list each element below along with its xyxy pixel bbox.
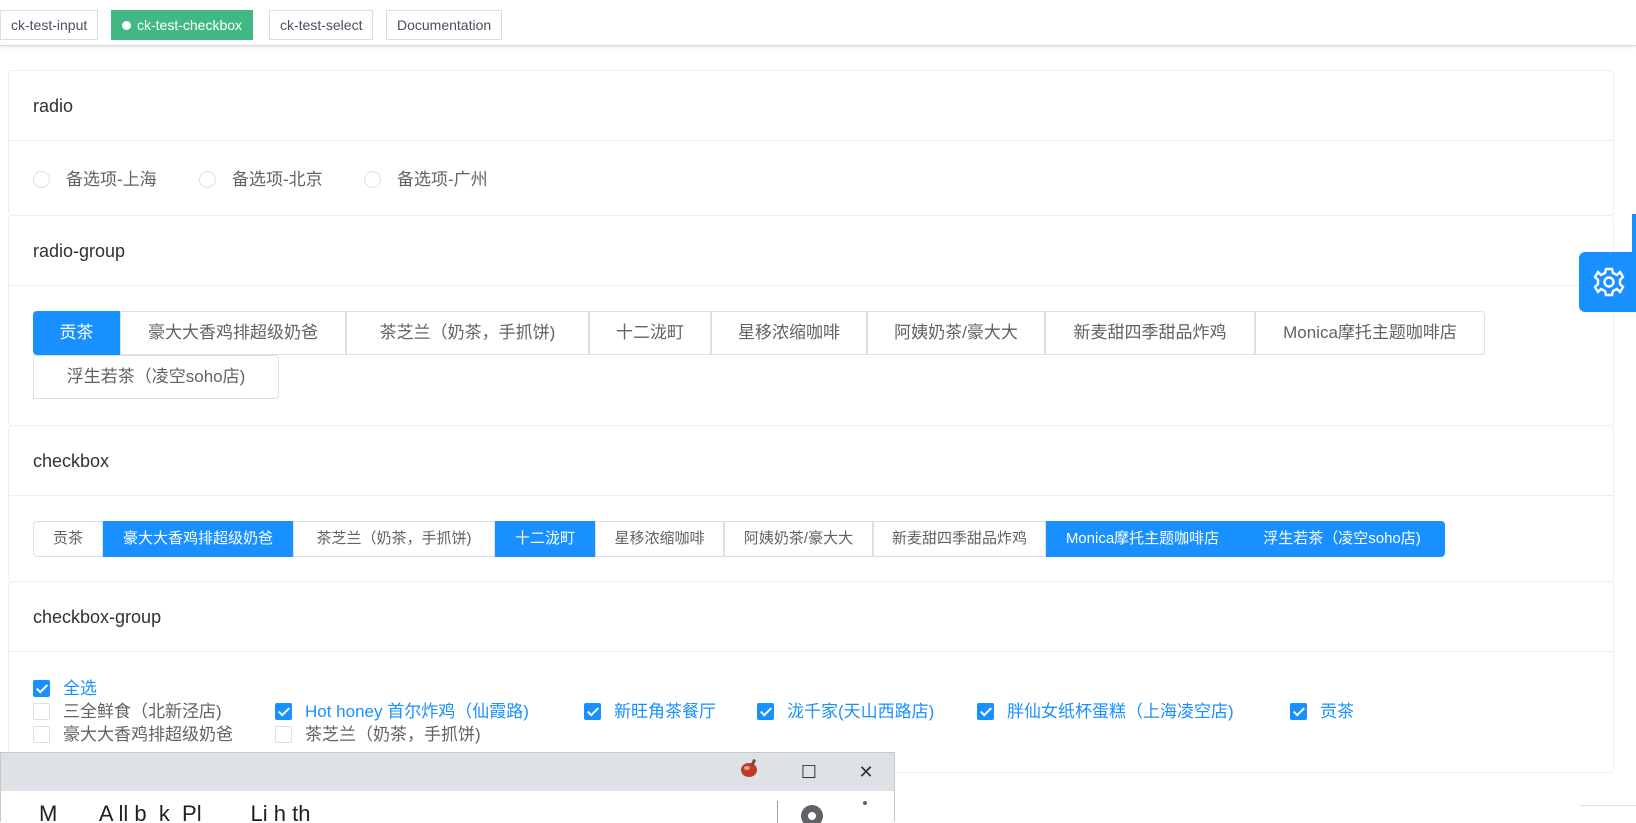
radio-button-ayi[interactable]: 阿姨奶茶/豪大大 bbox=[867, 311, 1045, 355]
radio-button-shierlongting[interactable]: 十二泷町 bbox=[589, 311, 711, 355]
toolbar-divider bbox=[777, 801, 778, 823]
checkbox-label: 贡茶 bbox=[1320, 702, 1354, 721]
right-panel-tab bbox=[1632, 214, 1636, 252]
checkbox-item[interactable]: 茶芝兰（奶茶，手抓饼) bbox=[275, 724, 481, 746]
tag-ck-test-input[interactable]: ck-test-input bbox=[0, 10, 99, 40]
checkbox-label: Hot honey 首尔炸鸡（仙霞路) bbox=[305, 702, 529, 721]
radio-circle-icon bbox=[33, 171, 50, 188]
settings-button[interactable] bbox=[1579, 252, 1636, 312]
radio-group-card: radio-group 贡茶 豪大大香鸡排超级奶爸 茶芝兰（奶茶，手抓饼) 十二… bbox=[8, 215, 1614, 426]
checkbox-item[interactable]: Hot honey 首尔炸鸡（仙霞路) bbox=[275, 701, 529, 723]
checkbox-label: 胖仙女纸杯蛋糕（上海凌空店) bbox=[1007, 702, 1234, 721]
radio-button-xinmaitian[interactable]: 新麦甜四季甜品炸鸡 bbox=[1045, 311, 1255, 355]
radio-option-beijing[interactable]: 备选项-北京 bbox=[199, 168, 323, 192]
radio-label: 备选项-上海 bbox=[66, 170, 157, 189]
checkbox-button-ayi[interactable]: 阿姨奶茶/豪大大 bbox=[724, 521, 873, 557]
active-dot-icon bbox=[122, 21, 131, 30]
checkbox-icon bbox=[33, 703, 50, 720]
checkbox-button-shierlongting[interactable]: 十二泷町 bbox=[495, 521, 595, 557]
radio-card: radio 备选项-上海 备选项-北京 备选项-广州 bbox=[8, 70, 1614, 216]
checkbox-icon bbox=[275, 703, 292, 720]
checkbox-item[interactable]: 豪大大香鸡排超级奶爸 bbox=[33, 724, 233, 746]
tag-documentation[interactable]: Documentation bbox=[386, 10, 503, 40]
close-icon[interactable]: ✕ bbox=[855, 761, 877, 783]
checkbox-label: 泷千家(天山西路店) bbox=[787, 702, 935, 721]
checkbox-item[interactable]: 胖仙女纸杯蛋糕（上海凌空店) bbox=[977, 701, 1234, 723]
checkbox-icon bbox=[33, 680, 50, 697]
radio-label: 备选项-广州 bbox=[397, 170, 488, 189]
radio-button-gongcha[interactable]: 贡茶 bbox=[33, 311, 120, 355]
checkbox-item[interactable]: 贡茶 bbox=[1290, 701, 1354, 723]
checkbox-button-xingyi[interactable]: 星移浓缩咖啡 bbox=[595, 521, 724, 557]
tag-ck-test-checkbox[interactable]: ck-test-checkbox bbox=[111, 10, 254, 40]
checkbox-button-monica[interactable]: Monica摩托主题咖啡店 bbox=[1046, 521, 1239, 557]
radio-button-fushengruocha[interactable]: 浮生若茶（凌空soho店) bbox=[33, 355, 279, 399]
radio-button-xingyi[interactable]: 星移浓缩咖啡 bbox=[711, 311, 867, 355]
radio-circle-icon bbox=[364, 171, 381, 188]
radio-button-haodada[interactable]: 豪大大香鸡排超级奶爸 bbox=[120, 311, 346, 355]
checkbox-icon bbox=[977, 703, 994, 720]
checkbox-item[interactable]: 三全鲜食（北新泾店) bbox=[33, 701, 222, 723]
checkbox-label: 三全鲜食（北新泾店) bbox=[63, 702, 222, 721]
radio-option-guangzhou[interactable]: 备选项-广州 bbox=[364, 168, 488, 192]
select-all-checkbox[interactable]: 全选 bbox=[33, 678, 97, 700]
checkbox-button-xinmaitian[interactable]: 新麦甜四季甜品炸鸡 bbox=[873, 521, 1046, 557]
tag-label: ck-test-checkbox bbox=[137, 17, 243, 33]
window-content: M A ll b k Pl Li h th bbox=[1, 791, 894, 823]
tags-view-bar: ck-test-input ck-test-checkbox ck-test-s… bbox=[0, 0, 1636, 46]
checkbox-card-title: checkbox bbox=[9, 426, 1613, 496]
checkbox-button-chazhilan[interactable]: 茶芝兰（奶茶，手抓饼) bbox=[293, 521, 495, 557]
checkbox-icon bbox=[1290, 703, 1307, 720]
checkbox-group-card: checkbox-group 全选 三全鲜食（北新泾店) Hot honey 首… bbox=[8, 581, 1614, 773]
checkbox-icon bbox=[584, 703, 601, 720]
checkbox-card: checkbox 贡茶 豪大大香鸡排超级奶爸 茶芝兰（奶茶，手抓饼) 十二泷町 … bbox=[8, 425, 1614, 582]
window-toolbar-text: M A ll b k Pl Li h th bbox=[39, 801, 311, 823]
checkbox-icon bbox=[757, 703, 774, 720]
checkbox-label: 新旺角茶餐厅 bbox=[614, 702, 716, 721]
maximize-icon[interactable]: ☐ bbox=[798, 761, 820, 783]
checkbox-item[interactable]: 新旺角茶餐厅 bbox=[584, 701, 716, 723]
app-icon bbox=[741, 758, 757, 777]
radio-button-monica[interactable]: Monica摩托主题咖啡店 bbox=[1255, 311, 1485, 355]
checkbox-icon bbox=[275, 726, 292, 743]
checkbox-label: 全选 bbox=[63, 679, 97, 698]
radio-circle-icon bbox=[199, 171, 216, 188]
more-menu-icon[interactable] bbox=[863, 801, 867, 805]
checkbox-button-gongcha[interactable]: 贡茶 bbox=[33, 521, 103, 557]
checkbox-label: 茶芝兰（奶茶，手抓饼) bbox=[305, 725, 481, 744]
radio-button-chazhilan[interactable]: 茶芝兰（奶茶，手抓饼) bbox=[346, 311, 589, 355]
checkbox-button-haodada[interactable]: 豪大大香鸡排超级奶爸 bbox=[103, 521, 293, 557]
window-titlebar: ☐ ✕ bbox=[1, 753, 894, 791]
radio-label: 备选项-北京 bbox=[232, 170, 323, 189]
settings-icon bbox=[801, 805, 823, 823]
checkbox-item[interactable]: 泷千家(天山西路店) bbox=[757, 701, 934, 723]
checkbox-icon bbox=[33, 726, 50, 743]
radio-card-title: radio bbox=[9, 71, 1613, 141]
checkbox-label: 豪大大香鸡排超级奶爸 bbox=[63, 725, 233, 744]
radio-option-shanghai[interactable]: 备选项-上海 bbox=[33, 168, 157, 192]
checkbox-group-card-title: checkbox-group bbox=[9, 582, 1613, 652]
tag-ck-test-select[interactable]: ck-test-select bbox=[269, 10, 374, 40]
gear-icon bbox=[1593, 267, 1625, 297]
checkbox-button-fushengruocha[interactable]: 浮生若茶（凌空soho店) bbox=[1239, 521, 1445, 557]
divider bbox=[1579, 805, 1636, 806]
radio-group-card-title: radio-group bbox=[9, 216, 1613, 286]
